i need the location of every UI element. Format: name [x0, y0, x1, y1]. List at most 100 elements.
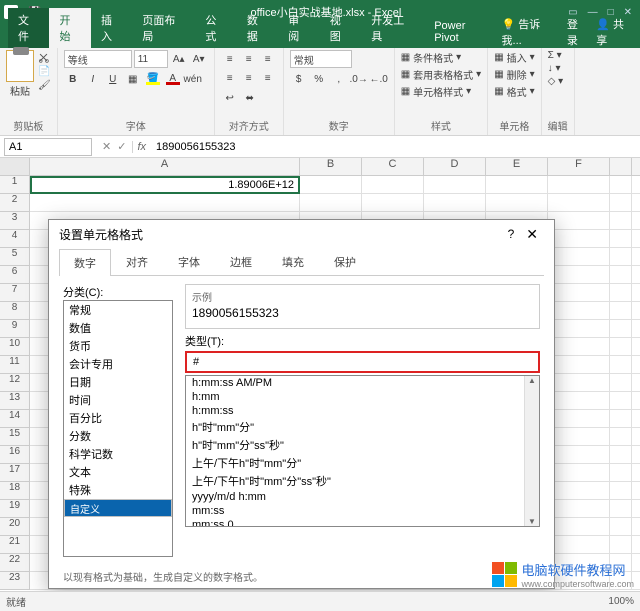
tab-view[interactable]: 视图 [320, 8, 361, 48]
cell[interactable] [610, 212, 632, 229]
phonetic-icon[interactable]: wén [184, 70, 202, 88]
cell[interactable] [610, 392, 632, 409]
row-header[interactable]: 18 [0, 482, 30, 500]
row-header[interactable]: 22 [0, 554, 30, 572]
row-header[interactable]: 21 [0, 536, 30, 554]
cell[interactable]: 1.89006E+12 [30, 176, 300, 194]
decrease-font-icon[interactable]: A▾ [190, 50, 208, 68]
cell[interactable] [548, 428, 610, 445]
cell[interactable] [610, 446, 632, 463]
cell[interactable] [30, 194, 300, 211]
type-item[interactable]: mm:ss.0 [186, 518, 539, 527]
dialog-close-icon[interactable]: ✕ [520, 226, 544, 243]
cell[interactable] [610, 536, 632, 553]
category-item[interactable]: 分数 [64, 427, 172, 445]
category-item[interactable]: 文本 [64, 463, 172, 481]
dlg-tab-number[interactable]: 数字 [59, 249, 111, 276]
category-item[interactable]: 常规 [64, 301, 172, 319]
col-header-D[interactable]: D [424, 158, 486, 175]
row-header[interactable]: 10 [0, 338, 30, 356]
scroll-up-icon[interactable]: ▲ [528, 376, 536, 385]
row-header[interactable]: 19 [0, 500, 30, 518]
cell[interactable] [610, 302, 632, 319]
cell[interactable] [548, 194, 610, 211]
row-header[interactable]: 23 [0, 572, 30, 590]
cell[interactable] [548, 176, 610, 193]
accounting-icon[interactable]: $ [290, 70, 308, 88]
autosum-icon[interactable]: Σ ▾ [548, 50, 568, 61]
tell-me[interactable]: 💡 告诉我... [502, 16, 559, 48]
cell[interactable] [362, 194, 424, 211]
zoom-level[interactable]: 100% [608, 596, 634, 607]
cell[interactable] [548, 248, 610, 265]
row-header[interactable]: 1 [0, 176, 30, 194]
row-header[interactable]: 7 [0, 284, 30, 302]
tab-formulas[interactable]: 公式 [195, 8, 236, 48]
cell[interactable] [548, 518, 610, 535]
clear-icon[interactable]: ◇ ▾ [548, 76, 568, 87]
cell-styles[interactable]: ▦单元格样式 ▾ [401, 84, 481, 99]
col-header-A[interactable]: A [30, 158, 300, 175]
cell[interactable] [548, 356, 610, 373]
align-right-icon[interactable]: ≡ [259, 69, 277, 87]
cell[interactable] [610, 194, 632, 211]
category-item[interactable]: 科学记数 [64, 445, 172, 463]
increase-decimal-icon[interactable]: .0→ [350, 70, 368, 88]
row-header[interactable]: 14 [0, 410, 30, 428]
fill-color-icon[interactable]: 🪣 [144, 70, 162, 88]
category-list[interactable]: 常规数值货币会计专用日期时间百分比分数科学记数文本特殊自定义 [63, 300, 173, 557]
category-item[interactable]: 会计专用 [64, 355, 172, 373]
copy-icon[interactable]: 📄 [38, 66, 51, 77]
cell[interactable] [610, 338, 632, 355]
cell[interactable] [548, 374, 610, 391]
cell[interactable] [610, 464, 632, 481]
tab-layout[interactable]: 页面布局 [132, 8, 195, 48]
cancel-formula-icon[interactable]: ✕ [102, 140, 111, 153]
font-color-icon[interactable]: A [164, 70, 182, 88]
comma-icon[interactable]: , [330, 70, 348, 88]
type-item[interactable]: 上午/下午h"时"mm"分"ss"秒" [186, 472, 539, 490]
cell[interactable] [548, 446, 610, 463]
type-item[interactable]: h"时"mm"分" [186, 418, 539, 436]
cell[interactable] [424, 176, 486, 193]
formula-input[interactable]: 1890056155323 [150, 141, 640, 153]
type-item[interactable]: 上午/下午h"时"mm"分" [186, 454, 539, 472]
cell[interactable] [610, 482, 632, 499]
type-item[interactable]: h"时"mm"分"ss"秒" [186, 436, 539, 454]
tab-data[interactable]: 数据 [237, 8, 278, 48]
type-item[interactable]: h:mm:ss AM/PM [186, 376, 539, 390]
row-header[interactable]: 5 [0, 248, 30, 266]
sign-in[interactable]: 登录 [567, 16, 588, 48]
italic-button[interactable]: I [84, 70, 102, 88]
cell[interactable] [548, 392, 610, 409]
row-header[interactable]: 11 [0, 356, 30, 374]
dlg-tab-align[interactable]: 对齐 [111, 248, 163, 275]
cell[interactable] [610, 266, 632, 283]
font-size-select[interactable]: 11 [134, 50, 168, 68]
insert-cells[interactable]: ▦ 插入 ▾ [494, 50, 534, 65]
delete-cells[interactable]: ▦ 删除 ▾ [494, 67, 534, 82]
row-header[interactable]: 13 [0, 392, 30, 410]
type-item[interactable]: h:mm [186, 390, 539, 404]
cell[interactable] [548, 212, 610, 229]
align-center-icon[interactable]: ≡ [240, 69, 258, 87]
cell[interactable] [610, 356, 632, 373]
cell[interactable] [610, 518, 632, 535]
col-header-E[interactable]: E [486, 158, 548, 175]
tab-dev[interactable]: 开发工具 [361, 8, 424, 48]
type-list-scrollbar[interactable]: ▲▼ [524, 376, 539, 526]
tab-powerpivot[interactable]: Power Pivot [424, 16, 501, 48]
row-header[interactable]: 17 [0, 464, 30, 482]
cell[interactable] [424, 194, 486, 211]
number-format-select[interactable]: 常规 [290, 50, 352, 68]
increase-font-icon[interactable]: A▴ [170, 50, 188, 68]
col-header-F[interactable]: F [548, 158, 610, 175]
cell[interactable] [610, 428, 632, 445]
cell[interactable] [362, 176, 424, 193]
name-box[interactable]: A1 [4, 138, 92, 156]
font-name-select[interactable]: 等线 [64, 50, 132, 68]
cell[interactable] [610, 230, 632, 247]
category-item[interactable]: 日期 [64, 373, 172, 391]
fill-icon[interactable]: ↓ ▾ [548, 63, 568, 74]
align-top-icon[interactable]: ≡ [221, 50, 239, 68]
